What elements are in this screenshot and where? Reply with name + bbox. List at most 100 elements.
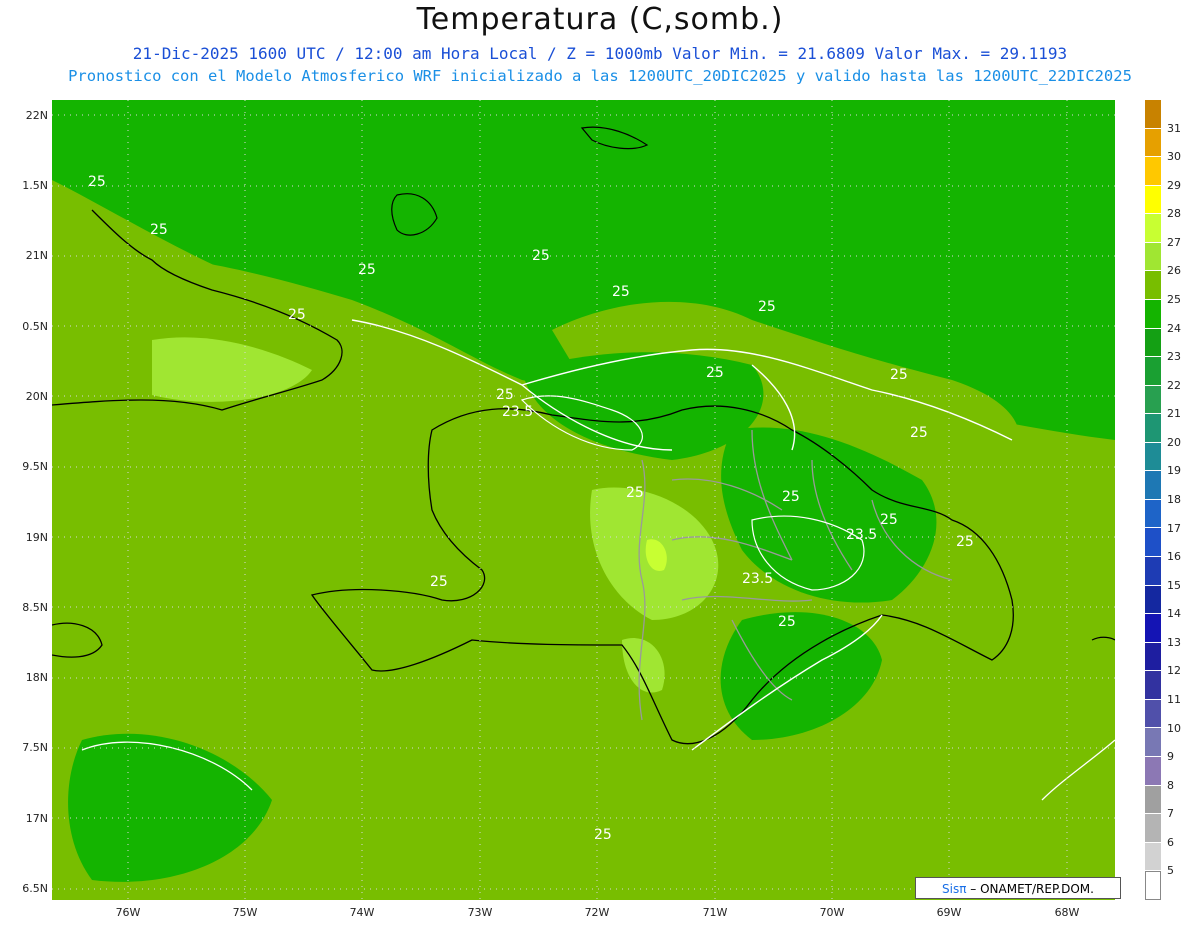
colorbar-cell xyxy=(1145,871,1161,900)
colorbar-cell xyxy=(1145,756,1161,786)
colorbar-cell xyxy=(1145,614,1161,643)
colorbar-cell xyxy=(1145,242,1161,272)
contour-label: 25 xyxy=(358,262,376,278)
contour-label: 25 xyxy=(532,248,550,264)
lat-label: 0.5N xyxy=(22,320,48,333)
lon-label: 69W xyxy=(936,906,962,919)
colorbar-label: 17 xyxy=(1167,521,1181,535)
contour-label: 23.5 xyxy=(502,404,533,420)
colorbar-label: 31 xyxy=(1167,121,1181,135)
colorbar-cell xyxy=(1145,842,1161,872)
colorbar-label: 25 xyxy=(1167,293,1181,306)
lat-label: 19N xyxy=(25,531,48,544)
colorbar-cell xyxy=(1145,271,1161,300)
colorbar-label: 7 xyxy=(1167,807,1174,821)
colorbar-label: 11 xyxy=(1167,693,1181,706)
colorbar-label: 30 xyxy=(1167,150,1181,164)
contour-label: 25 xyxy=(612,284,630,300)
colorbar-label: 24 xyxy=(1167,321,1181,335)
contour-label: 25 xyxy=(758,299,776,315)
valid-time-line: 21-Dic-2025 1600 UTC / 12:00 am Hora Loc… xyxy=(132,44,1068,63)
lat-label: 21N xyxy=(25,249,48,262)
colorbar-cell xyxy=(1145,471,1161,500)
colorbar-label: 26 xyxy=(1167,264,1181,278)
contour-label: 25 xyxy=(880,512,898,528)
colorbar-cell xyxy=(1145,157,1161,186)
lat-label: 8.5N xyxy=(22,601,48,614)
colorbar-cell xyxy=(1145,442,1161,472)
colorbar-cell xyxy=(1145,357,1161,386)
colorbar-label: 29 xyxy=(1167,178,1181,192)
colorbar-label: 12 xyxy=(1167,664,1181,678)
colorbar-label: 23 xyxy=(1167,350,1181,364)
colorbar-cell xyxy=(1145,814,1161,843)
lat-label: 22N xyxy=(25,109,48,122)
lat-label: 1.5N xyxy=(22,179,48,192)
contour-label: 25 xyxy=(910,425,928,441)
colorbar-label: 28 xyxy=(1167,207,1181,221)
contour-label: 25 xyxy=(890,367,908,383)
colorbar-cell xyxy=(1145,328,1161,358)
contour-label: 25 xyxy=(496,387,514,403)
colorbar-cell xyxy=(1145,185,1161,215)
lat-label: 9.5N xyxy=(22,460,48,473)
model-info-line: Pronostico con el Modelo Atmosferico WRF… xyxy=(68,67,1132,85)
contour-label: 25 xyxy=(956,534,974,550)
contour-label: 25 xyxy=(782,489,800,505)
colorbar-cell xyxy=(1145,299,1161,329)
colorbar-label: 9 xyxy=(1167,750,1174,764)
colorbar-label: 13 xyxy=(1167,635,1181,649)
colorbar-cell xyxy=(1145,499,1161,529)
colorbar-label: 19 xyxy=(1167,464,1181,478)
contour-label: 25 xyxy=(706,365,724,381)
colorbar-label: 10 xyxy=(1167,721,1181,735)
lon-label: 71W xyxy=(702,906,728,919)
lon-label: 76W xyxy=(115,906,141,919)
colorbar-label: 15 xyxy=(1167,578,1181,592)
colorbar-cell xyxy=(1145,728,1161,757)
colorbar-label: 16 xyxy=(1167,550,1181,564)
contour-label: 25 xyxy=(150,222,168,238)
colorbar-label: 20 xyxy=(1167,435,1181,449)
colorbar xyxy=(1145,100,1161,900)
contour-label: 25 xyxy=(88,174,106,190)
colorbar-cell xyxy=(1145,528,1161,557)
contour-label: 25 xyxy=(778,614,796,630)
colorbar-label: 22 xyxy=(1167,378,1181,392)
lat-label: 20N xyxy=(25,390,48,403)
colorbar-label: 21 xyxy=(1167,407,1181,421)
sispi-logo: Sisπ xyxy=(942,882,967,896)
colorbar-cell xyxy=(1145,585,1161,615)
colorbar-cell xyxy=(1145,557,1161,586)
contour-label: 25 xyxy=(626,485,644,501)
map-title: Temperatura (C,somb.) xyxy=(416,2,784,37)
colorbar-cell xyxy=(1145,128,1161,158)
colorbar-label: 5 xyxy=(1167,864,1174,878)
colorbar-label: 14 xyxy=(1167,607,1181,621)
colorbar-cell xyxy=(1145,214,1161,243)
colorbar-label: 27 xyxy=(1167,235,1181,249)
lat-label: 18N xyxy=(25,671,48,684)
lat-label: 6.5N xyxy=(22,882,48,895)
colorbar-cell xyxy=(1145,642,1161,672)
lat-label: 17N xyxy=(25,812,48,825)
lat-label: 7.5N xyxy=(22,741,48,754)
contour-label: 23.5 xyxy=(742,571,773,587)
lon-label: 73W xyxy=(467,906,493,919)
colorbar-cell xyxy=(1145,699,1161,729)
colorbar-cell xyxy=(1145,671,1161,700)
contour-label: 25 xyxy=(288,307,306,323)
credit-box: Sisπ – ONAMET/REP.DOM. xyxy=(915,877,1121,899)
contour-label: 23.5 xyxy=(846,527,877,543)
colorbar-cell xyxy=(1145,385,1161,415)
lon-label: 75W xyxy=(232,906,258,919)
contour-label: 25 xyxy=(594,827,612,843)
colorbar-label: 8 xyxy=(1167,778,1174,792)
lon-label: 68W xyxy=(1054,906,1080,919)
colorbar-cell xyxy=(1145,414,1161,443)
colorbar-label: 6 xyxy=(1167,835,1174,849)
lon-label: 72W xyxy=(584,906,610,919)
colorbar-cell xyxy=(1145,785,1161,815)
colorbar-cell xyxy=(1145,100,1161,129)
temperature-map: 25 25 25 25 25 25 25 25 25 23.5 25 25 25… xyxy=(52,100,1115,900)
